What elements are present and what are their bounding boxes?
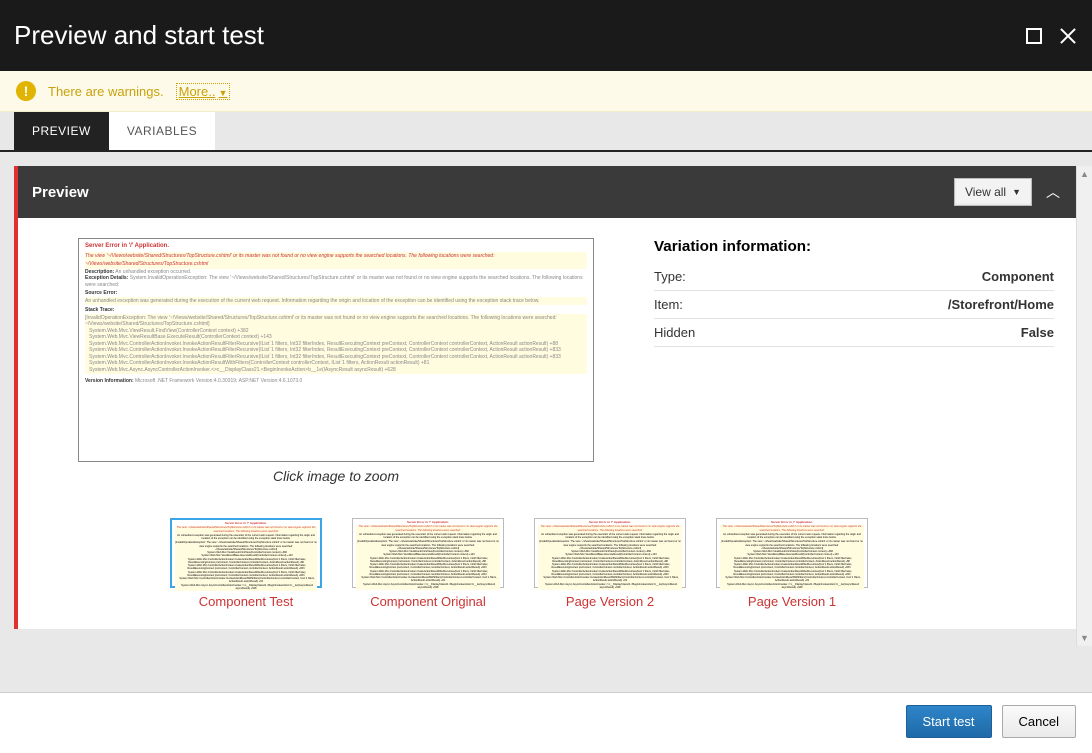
close-icon[interactable] (1060, 28, 1076, 44)
chevron-down-icon: ▼ (1012, 187, 1021, 197)
dialog-footer: Start test Cancel (0, 692, 1092, 750)
preview-image[interactable]: Server Error in '/' Application. The vie… (78, 238, 594, 462)
info-row-hidden: Hidden False (654, 319, 1054, 347)
tab-variables[interactable]: VARIABLES (109, 112, 215, 150)
view-all-button[interactable]: View all▼ (954, 178, 1032, 206)
dialog-title: Preview and start test (14, 20, 264, 51)
warning-icon: ! (16, 81, 36, 101)
thumb-component-original[interactable]: Server Error in '/' Application. The vie… (352, 518, 504, 609)
content-area: Preview View all▼ ︿ Server Error in '/' … (0, 152, 1092, 692)
info-row-type: Type: Component (654, 263, 1054, 291)
start-test-button[interactable]: Start test (906, 705, 992, 738)
thumb-component-test[interactable]: Server Error in '/' Application. The vie… (170, 518, 322, 609)
variation-info: Variation information: Type: Component I… (654, 238, 1054, 484)
dialog-header: Preview and start test (0, 0, 1092, 71)
collapse-icon[interactable]: ︿ (1042, 182, 1064, 202)
variation-info-heading: Variation information: (654, 238, 1054, 255)
info-row-item: Item: /Storefront/Home (654, 291, 1054, 319)
warning-more-link[interactable]: More..▼ (176, 83, 231, 100)
window-controls (1026, 28, 1076, 44)
preview-panel: Preview View all▼ ︿ Server Error in '/' … (14, 166, 1078, 629)
panel-header: Preview View all▼ ︿ (18, 166, 1078, 218)
warning-text: There are warnings. (48, 84, 164, 99)
cancel-button[interactable]: Cancel (1002, 705, 1076, 738)
scroll-up-icon[interactable]: ▲ (1077, 166, 1092, 182)
warning-bar: ! There are warnings. More..▼ (0, 71, 1092, 112)
scroll-down-icon[interactable]: ▼ (1077, 630, 1092, 646)
thumbnail-strip: Server Error in '/' Application. The vie… (18, 504, 1078, 629)
thumb-page-version-2[interactable]: Server Error in '/' Application. The vie… (534, 518, 686, 609)
vertical-scrollbar[interactable]: ▲ ▼ (1076, 166, 1092, 646)
chevron-down-icon: ▼ (218, 88, 227, 98)
restore-icon[interactable] (1026, 28, 1042, 44)
tab-preview[interactable]: PREVIEW (14, 112, 109, 150)
tab-bar: PREVIEW VARIABLES (0, 112, 1092, 152)
zoom-hint: Click image to zoom (78, 468, 594, 484)
thumb-page-version-1[interactable]: Server Error in '/' Application. The vie… (716, 518, 868, 609)
panel-title: Preview (32, 184, 89, 201)
